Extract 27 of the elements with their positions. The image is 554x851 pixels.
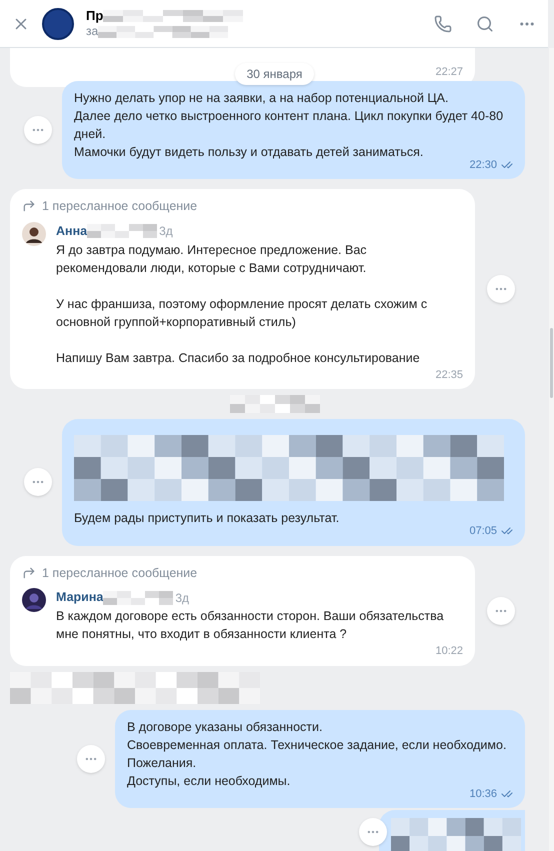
chat-subtitle: за bbox=[86, 24, 98, 40]
message-text: Нужно делать упор не на заявки, а на набор потенциальной ЦА. bbox=[74, 90, 450, 106]
message-text: Напишу Вам завтра. Спасибо за подробное консультирование bbox=[56, 350, 421, 366]
message-text: Я до завтра подумаю. Интересное предложение. Вас рекомендовали люди, которые с Вами сотрудничают. bbox=[56, 242, 368, 276]
forward-age: 3д bbox=[175, 590, 190, 607]
message-text: Мамочки будут видеть пользу и отдавать детей заниматься. bbox=[74, 144, 424, 160]
message-text: В каждом договоре есть обязанности сторон. Ваши обязательства мне понятны, что входит в обязанности клиента ? bbox=[56, 608, 445, 643]
forward-age: 3д bbox=[159, 223, 173, 240]
author-name: Марина bbox=[56, 589, 104, 606]
message-time: 22:27 bbox=[435, 65, 463, 80]
message-time: 10:22 bbox=[435, 644, 463, 659]
message-text: Далее дело четко выстроенного контент плана. Цикл покупки будет 40-80 дней. bbox=[74, 108, 504, 142]
message-text: Своевременная оплата. Техническое задание, если необходимо. bbox=[127, 736, 508, 754]
message-time: 22:35 bbox=[435, 368, 463, 382]
message-text: В договоре указаны обязанности. bbox=[127, 718, 324, 736]
date-chip: 30 января bbox=[234, 62, 314, 84]
message-text: Доступы, если необходимы. bbox=[127, 772, 292, 790]
message-text: У нас франшиза, поэтому оформление просят делать схожим с основной группой+корпоративный стиль) bbox=[56, 296, 428, 330]
forwarded-label: 1 пересланное сообщение bbox=[42, 198, 198, 215]
message-time: 10:36 bbox=[469, 786, 497, 802]
message-text: Пожелания. bbox=[127, 754, 198, 772]
forwarded-label: 1 пересланное сообщение bbox=[42, 564, 198, 582]
message-time: 22:30 bbox=[469, 158, 497, 172]
message-text: Будем рады приступить и показать результат. bbox=[74, 510, 340, 527]
author-name: Анна bbox=[56, 222, 88, 240]
chat-title: Пр bbox=[86, 8, 104, 24]
message-time: 07:05 bbox=[469, 524, 497, 539]
